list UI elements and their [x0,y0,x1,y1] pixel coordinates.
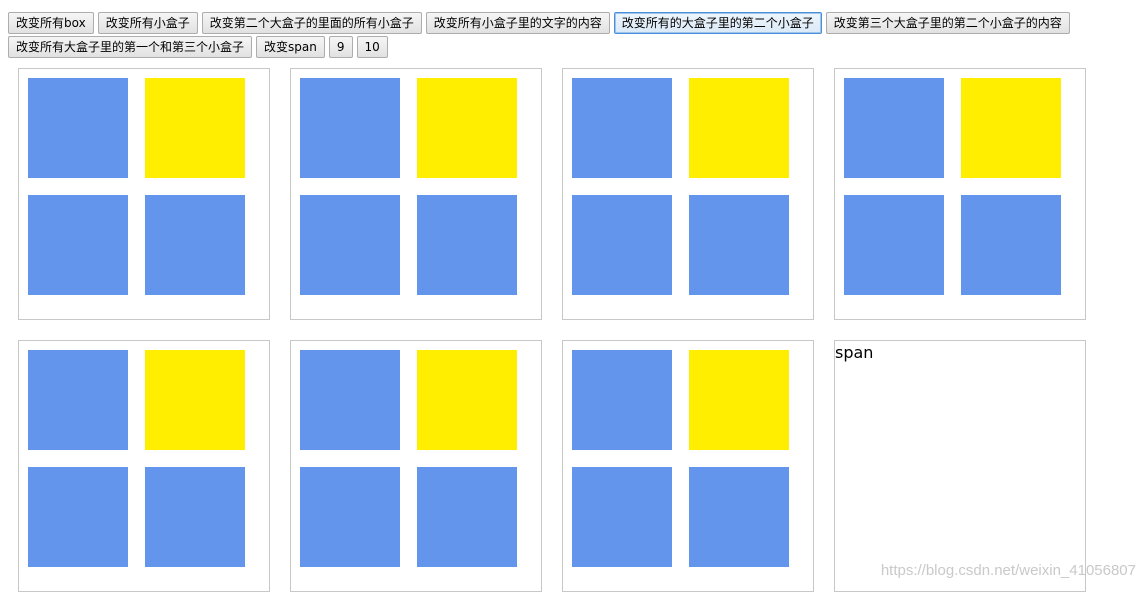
change-small-box-text-button[interactable]: 改变所有小盒子里的文字的内容 [426,12,610,34]
small-box [28,78,128,178]
button-9[interactable]: 9 [329,36,353,58]
big-box-3 [562,68,814,320]
small-box [961,195,1061,295]
small-box-second [689,350,789,450]
small-box [300,350,400,450]
change-all-box-button[interactable]: 改变所有box [8,12,94,34]
small-box [572,467,672,567]
change-second-box-small-boxes-button[interactable]: 改变第二个大盒子的里面的所有小盒子 [202,12,422,34]
small-box [417,467,517,567]
small-box-second [145,350,245,450]
small-box [28,195,128,295]
button-row-2: 改变所有大盒子里的第一个和第三个小盒子 改变span 9 10 [8,36,388,59]
span-text: span [835,343,873,362]
small-box [300,78,400,178]
small-box-second [417,78,517,178]
small-box-second [145,78,245,178]
small-box [28,350,128,450]
big-box-2 [290,68,542,320]
small-box [145,467,245,567]
change-span-button[interactable]: 改变span [256,36,325,58]
small-box [28,467,128,567]
small-box [145,195,245,295]
small-box [689,195,789,295]
change-all-small-boxes-button[interactable]: 改变所有小盒子 [98,12,198,34]
small-box-second [961,78,1061,178]
small-box [844,195,944,295]
button-row-1: 改变所有box 改变所有小盒子 改变第二个大盒子的里面的所有小盒子 改变所有小盒… [8,12,1070,35]
big-box-4 [834,68,1086,320]
change-third-box-second-small-content-button[interactable]: 改变第三个大盒子里的第二个小盒子的内容 [826,12,1070,34]
span-box: span [834,340,1086,592]
small-box [417,195,517,295]
big-box-5 [18,340,270,592]
big-box-7 [562,340,814,592]
small-box-second [417,350,517,450]
small-box [844,78,944,178]
change-first-third-small-boxes-button[interactable]: 改变所有大盒子里的第一个和第三个小盒子 [8,36,252,58]
small-box-second [689,78,789,178]
button-10[interactable]: 10 [357,36,388,58]
change-second-small-box-button[interactable]: 改变所有的大盒子里的第二个小盒子 [614,12,822,34]
watermark: https://blog.csdn.net/weixin_41056807 [881,562,1136,579]
small-box [572,350,672,450]
big-box-1 [18,68,270,320]
big-box-6 [290,340,542,592]
small-box [572,195,672,295]
small-box [689,467,789,567]
small-box [300,195,400,295]
small-box [572,78,672,178]
small-box [300,467,400,567]
